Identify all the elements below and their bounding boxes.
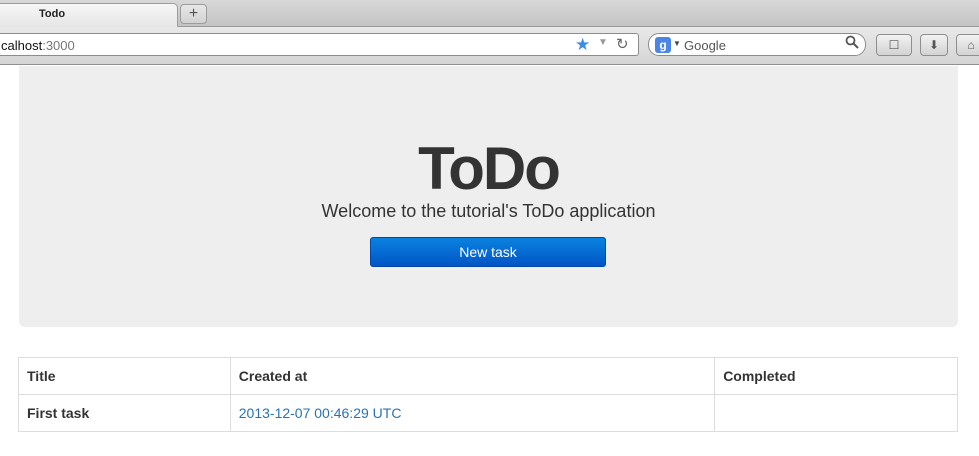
new-tab-button[interactable]: + [180,4,207,24]
header-created-at: Created at [229,357,716,395]
address-bar[interactable]: calhost:3000 ★ ▼ ↻ [0,33,639,56]
download-icon: ⬇ [928,38,940,52]
tasks-table: Title Created at Completed First task 20… [18,357,958,432]
browser-nav-bar: calhost:3000 ★ ▼ ↻ g ▼ Google ☐ ⬇ ⌂ [0,27,979,65]
bookmarks-menu-button[interactable]: ☐ [876,34,912,56]
bookmark-star-icon[interactable]: ★ [575,35,590,55]
history-dropdown-icon[interactable]: ▼ [598,37,608,48]
task-title: First task [18,394,231,432]
engine-dropdown-icon[interactable]: ▼ [673,39,681,48]
table-header-row: Title Created at Completed [18,357,958,395]
bookmarks-icon: ☐ [888,38,900,52]
tab-title: Todo [39,8,66,20]
new-task-button[interactable]: New task [370,237,606,267]
url-text: calhost:3000 [1,38,75,53]
search-bar[interactable]: g ▼ Google [648,33,866,56]
url-port: :3000 [42,38,75,53]
table-row: First task 2013-12-07 00:46:29 UTC [18,394,958,432]
browser-tab-bar: Todo + [0,0,979,27]
reload-icon[interactable]: ↻ [616,35,629,53]
downloads-button[interactable]: ⬇ [920,34,948,56]
browser-tab[interactable]: Todo [0,3,178,27]
jumbotron: ToDo Welcome to the tutorial's ToDo appl… [19,66,958,327]
home-icon: ⌂ [967,38,975,52]
header-title: Title [18,357,231,395]
home-button[interactable]: ⌂ [956,34,979,56]
page-title: ToDo [418,135,561,202]
url-host: calhost [1,38,43,53]
header-completed: Completed [714,357,958,395]
search-icon[interactable] [845,35,859,53]
google-engine-icon[interactable]: g [655,37,671,53]
search-input[interactable]: Google [684,38,726,53]
task-created-at-link[interactable]: 2013-12-07 00:46:29 UTC [229,394,716,432]
lead-text: Welcome to the tutorial's ToDo applicati… [321,201,656,221]
task-completed [714,394,958,432]
